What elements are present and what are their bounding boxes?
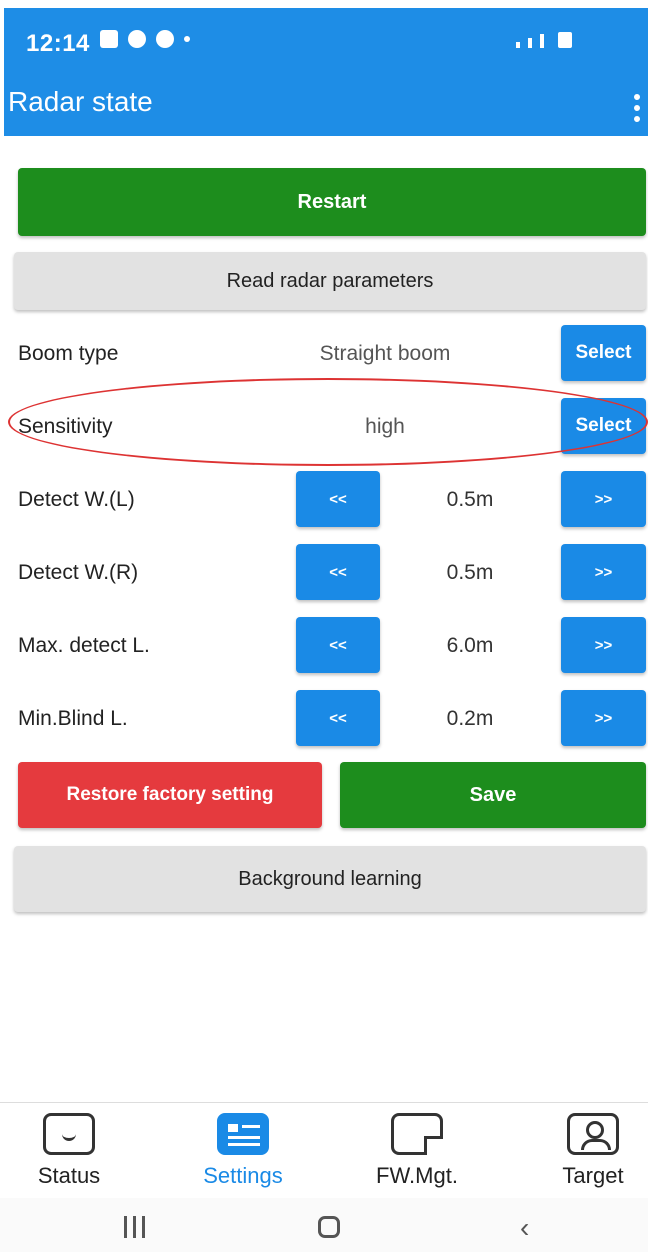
nav-item-fw-mgt[interactable]: FW.Mgt.: [352, 1113, 482, 1189]
nav-label-fw-mgt: FW.Mgt.: [376, 1163, 458, 1188]
max-detect-length-value: 6.0m: [446, 634, 494, 657]
read-parameters-button[interactable]: Read radar parameters: [14, 252, 646, 310]
app-header: 12:14 Radar state: [4, 8, 648, 136]
home-icon[interactable]: [318, 1216, 340, 1238]
nav-label-target: Target: [562, 1163, 624, 1188]
max-detect-length-decrease-button[interactable]: <<: [296, 617, 380, 673]
overflow-menu-icon[interactable]: [634, 94, 640, 122]
max-detect-length-label: Max. detect L.: [18, 634, 150, 657]
detect-width-left-decrease-button[interactable]: <<: [296, 471, 380, 527]
wifi-icon: [516, 42, 520, 48]
nav-label-status: Status: [37, 1163, 101, 1188]
system-navigation-bar: ‹: [0, 1198, 648, 1252]
call-icon: [128, 30, 146, 48]
min-blind-length-label: Min.Blind L.: [18, 707, 128, 730]
detect-width-right-increase-button[interactable]: >>: [561, 544, 646, 600]
restore-factory-setting-button[interactable]: Restore factory setting: [18, 762, 322, 828]
min-blind-length-decrease-button[interactable]: <<: [296, 690, 380, 746]
save-button[interactable]: Save: [340, 762, 646, 828]
page-title: Radar state: [8, 86, 153, 117]
detect-width-left-label: Detect W.(L): [18, 488, 135, 511]
boom-type-label: Boom type: [18, 342, 119, 365]
background-learning-button[interactable]: Background learning: [14, 846, 646, 912]
min-blind-length-value: 0.2m: [446, 707, 494, 730]
detect-width-right-decrease-button[interactable]: <<: [296, 544, 380, 600]
nav-item-target[interactable]: Target: [528, 1113, 648, 1189]
detect-width-left-value: 0.5m: [446, 488, 494, 511]
max-detect-length-increase-button[interactable]: >>: [561, 617, 646, 673]
app-notification-icon: [156, 30, 174, 48]
boom-type-value: Straight boom: [319, 342, 451, 365]
signal-bar: [540, 34, 544, 48]
status-time: 12:14: [26, 30, 90, 57]
min-blind-length-increase-button[interactable]: >>: [561, 690, 646, 746]
bottom-navigation: Status Settings FW.Mgt. Target: [0, 1102, 648, 1199]
status-notification-icons: [100, 30, 190, 48]
nav-item-settings[interactable]: Settings: [178, 1113, 308, 1189]
sensitivity-select-button[interactable]: Select: [561, 398, 646, 454]
boom-type-select-button[interactable]: Select: [561, 325, 646, 381]
battery-icon: [558, 32, 572, 48]
nav-label-settings: Settings: [203, 1163, 283, 1188]
recent-apps-icon[interactable]: [124, 1216, 145, 1238]
sensitivity-label: Sensitivity: [18, 415, 113, 438]
person-icon: [567, 1113, 619, 1155]
signal-icon: [528, 38, 532, 48]
back-icon[interactable]: ‹: [520, 1212, 529, 1244]
more-notifications-icon: [184, 36, 190, 42]
gallery-icon: [100, 30, 118, 48]
detect-width-right-label: Detect W.(R): [18, 561, 139, 584]
message-icon: [43, 1113, 95, 1155]
restart-button[interactable]: Restart: [18, 168, 646, 236]
document-icon: [391, 1113, 443, 1155]
sensitivity-value: high: [365, 415, 405, 438]
detect-width-right-value: 0.5m: [446, 561, 494, 584]
nav-item-status[interactable]: Status: [4, 1113, 134, 1189]
status-system-icons: [516, 32, 572, 48]
detect-width-left-increase-button[interactable]: >>: [561, 471, 646, 527]
settings-card-icon: [217, 1113, 269, 1155]
